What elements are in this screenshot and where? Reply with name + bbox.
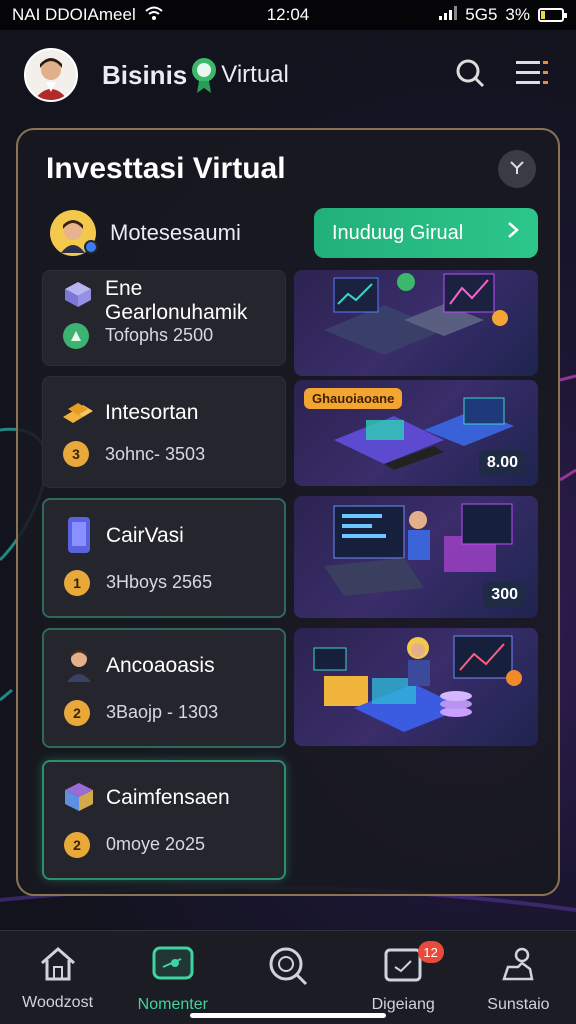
cube-icon: [61, 277, 95, 311]
home-icon: [38, 945, 78, 986]
person-icon: [62, 648, 96, 682]
item-meta: 3ohnc- 3503: [105, 444, 206, 464]
profile-icon: [498, 945, 538, 988]
wallet-icon: [151, 945, 195, 988]
nav-item-search[interactable]: [230, 931, 345, 1024]
nav-label: Nomenter: [137, 996, 208, 1013]
nav-label: Sunstaio: [487, 996, 550, 1013]
notification-badge: 12: [417, 941, 444, 963]
investment-item[interactable]: Ene Gearlonuhamik Tofophs 2500: [42, 270, 286, 366]
nav-item-home[interactable]: Woodzost: [0, 931, 115, 1024]
badge-logo-icon: [189, 55, 219, 95]
coin-icon: 2: [64, 832, 90, 858]
carrier-text: NAI DDOIAmeel: [12, 5, 136, 24]
home-indicator[interactable]: [190, 1013, 386, 1018]
network-type: 5G5: [465, 5, 498, 24]
price-tag: 8.00: [478, 450, 526, 476]
investment-item[interactable]: Intesortan 3 3ohnc- 3503: [42, 376, 286, 488]
nav-item-inbox[interactable]: 12 Digeiang: [346, 931, 461, 1024]
coin-icon: 1: [64, 570, 90, 596]
coin-icon: [63, 323, 89, 349]
menu-button[interactable]: [512, 55, 552, 95]
battery-percent: 3%: [505, 5, 530, 24]
price-value: 8.00: [486, 454, 518, 471]
app-header: Bisinis Virtual: [0, 40, 576, 110]
menu-icon: [516, 59, 548, 92]
search-icon: [455, 58, 485, 93]
phone-icon: [62, 517, 96, 553]
investment-card: Investtasi Virtual Motesesaumi Inuduug G…: [16, 128, 560, 896]
battery-icon: [538, 8, 567, 22]
item-meta: 3Baojp - 1303: [106, 702, 219, 722]
item-meta: 3Hboys 2565: [106, 572, 213, 592]
investment-illustration[interactable]: 300: [294, 496, 538, 618]
investment-illustration[interactable]: [294, 270, 538, 376]
nav-label: Woodzost: [22, 994, 94, 1011]
app-title-rest: Virtual: [221, 61, 289, 88]
item-name: CairVasi: [106, 524, 184, 547]
item-image-label: Ghauoiaoane: [304, 388, 403, 409]
investment-item[interactable]: Caimfensaen 2 0moye 2o25: [42, 760, 286, 880]
coin-icon: 2: [64, 700, 90, 726]
nav-item-profile[interactable]: Sunstaio: [461, 931, 576, 1024]
item-meta: 0moye 2o25: [106, 834, 206, 854]
user-avatar[interactable]: [24, 48, 78, 102]
price-value: 300: [491, 586, 518, 603]
bottom-nav: Woodzost Nomenter 12 Digeiang Sunstaio: [0, 930, 576, 1024]
item-name: Intesortan: [105, 401, 199, 424]
chevron-right-icon: [506, 220, 520, 246]
status-bar: NAI DDOIAmeel 12:04 5G5 3%: [0, 0, 576, 30]
collapse-toggle[interactable]: [498, 150, 536, 188]
investment-item[interactable]: Ancoaoasis 2 3Baojp - 1303: [42, 628, 286, 748]
app-title: Bisinis Virtual: [102, 55, 289, 95]
gold-bars-icon: [61, 395, 95, 429]
nav-item-wallet[interactable]: Nomenter: [115, 931, 230, 1024]
investment-illustration[interactable]: Ghauoiaoane 8.00: [294, 380, 538, 486]
card-title: Investtasi Virtual: [46, 152, 286, 185]
crate-icon: [62, 780, 96, 814]
item-meta: Tofophs 2500: [105, 325, 214, 345]
investment-item[interactable]: CairVasi 1 3Hboys 2565: [42, 498, 286, 618]
item-name: Caimfensaen: [106, 786, 230, 809]
user-row: Motesesaumi: [50, 210, 241, 256]
verified-icon: [84, 240, 98, 254]
wifi-icon: [144, 5, 164, 26]
signal-icon: [439, 5, 458, 25]
price-tag: 300: [483, 582, 526, 608]
coin-icon: 3: [63, 441, 89, 467]
nav-label: Digeiang: [371, 996, 435, 1013]
chevron-down-icon: [509, 159, 525, 180]
investment-illustration[interactable]: [294, 628, 538, 746]
user-avatar-small[interactable]: [50, 210, 98, 256]
cta-label: Inuduug Girual: [332, 221, 464, 244]
item-name: Ancoaoasis: [106, 654, 215, 677]
search-icon: [267, 945, 309, 992]
app-title-bold: Bisinis: [102, 59, 188, 90]
user-name: Motesesaumi: [110, 220, 241, 245]
search-button[interactable]: [450, 55, 490, 95]
cta-button[interactable]: Inuduug Girual: [314, 208, 538, 258]
item-name: Ene Gearlonuhamik: [105, 277, 248, 324]
